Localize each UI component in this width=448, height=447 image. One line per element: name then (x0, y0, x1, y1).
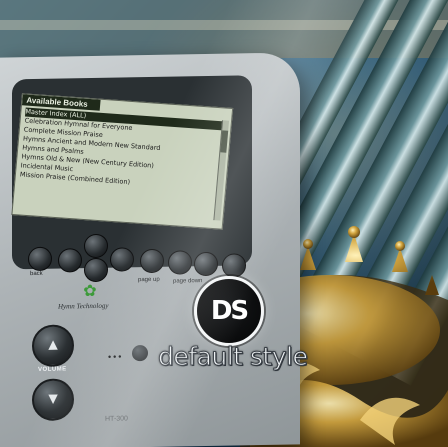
brand-leaf-icon: ✿ (83, 282, 97, 301)
page-up-label: page up (138, 276, 160, 284)
triangle-up-icon: ▲ (45, 336, 61, 354)
triangle-down-icon: ▼ (45, 390, 61, 408)
volume-label: VOLUME (38, 366, 67, 373)
brand-wordmark: default style (157, 342, 308, 372)
page-up-key[interactable] (168, 250, 192, 275)
indicator-dots: ••• (108, 351, 124, 362)
ds-monogram: DS (210, 296, 249, 326)
lcd-screen: Available Books Master Index (ALL) Celeb… (11, 93, 234, 230)
book-list: Master Index (ALL) Celebration Hymnal fo… (15, 105, 231, 195)
brand-name: Hymn Technology (58, 301, 109, 311)
scene: Available Books Master Index (ALL) Celeb… (0, 0, 448, 447)
left-key[interactable] (58, 248, 82, 273)
volume-up-button[interactable]: ▲ (32, 324, 74, 368)
back-key[interactable] (28, 246, 52, 272)
down-key[interactable] (84, 257, 108, 283)
up-key[interactable] (84, 233, 108, 259)
screen-bezel: Available Books Master Index (ALL) Celeb… (11, 75, 252, 285)
page-down-key[interactable] (194, 251, 218, 277)
model-tag: HT-300 (105, 415, 128, 423)
function-key[interactable] (140, 248, 164, 274)
volume-down-button[interactable]: ▼ (32, 378, 74, 422)
play-key[interactable] (222, 253, 246, 278)
back-key-label: back (30, 270, 43, 278)
power-button[interactable] (132, 345, 148, 362)
ds-logo-badge: DS (194, 276, 264, 346)
right-key[interactable] (110, 247, 134, 272)
page-down-label: page down (173, 278, 203, 285)
hymn-player-device: Available Books Master Index (ALL) Celeb… (0, 52, 300, 447)
